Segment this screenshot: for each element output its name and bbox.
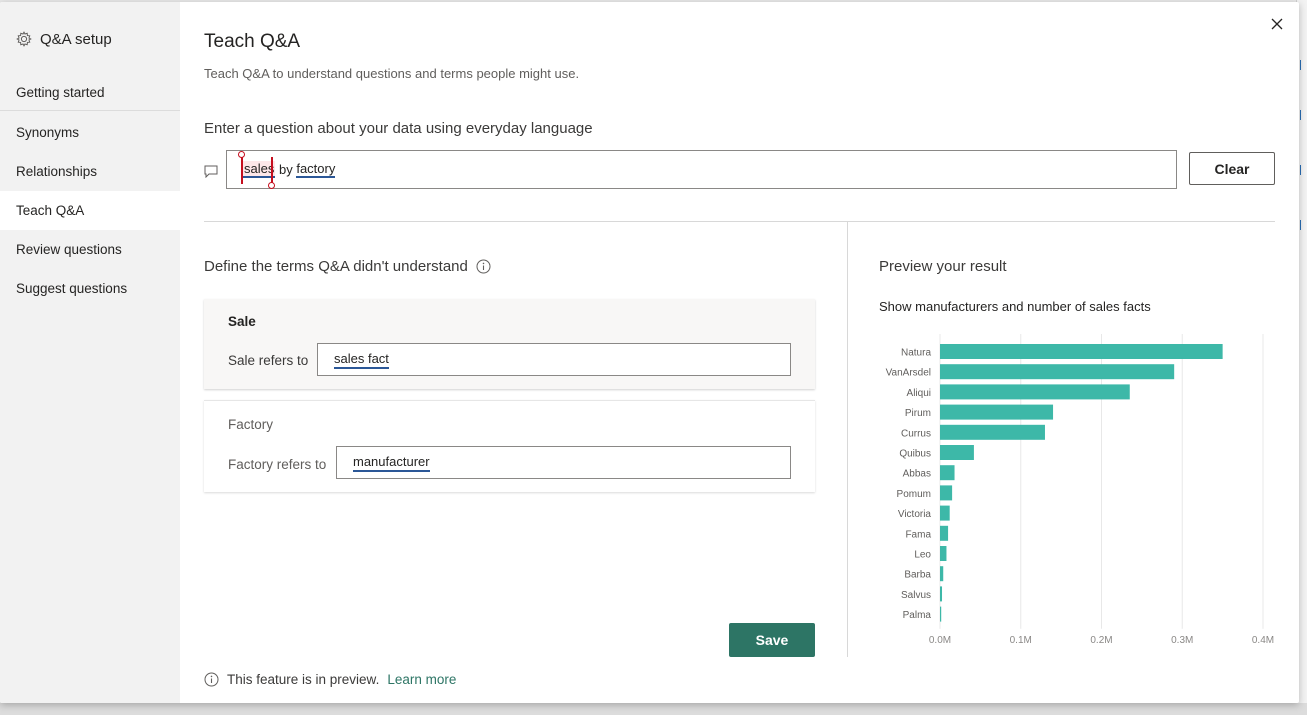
info-icon bbox=[204, 672, 219, 687]
define-terms-label: Define the terms Q&A didn't understand bbox=[204, 258, 468, 275]
x-tick-label: 0.2M bbox=[1090, 635, 1112, 646]
y-category-label: Pomum bbox=[897, 489, 931, 500]
term-definition-value: sales fact bbox=[334, 351, 389, 369]
preview-bar-chart: 0.0M 0.1M 0.2M 0.3M 0.4M Natura VanArsdel Aliqu… bbox=[886, 334, 1274, 646]
chart-bar[interactable] bbox=[940, 586, 943, 602]
background-mark bbox=[1300, 60, 1305, 70]
y-category-label: Pirum bbox=[905, 408, 931, 419]
chart-bar[interactable] bbox=[940, 525, 949, 541]
sidebar-item-relationships[interactable]: Relationships bbox=[0, 152, 180, 191]
chart-bar[interactable] bbox=[940, 404, 1054, 420]
chart-title: Show manufacturers and number of sales f… bbox=[879, 299, 1151, 314]
x-tick-label: 0.3M bbox=[1171, 635, 1193, 646]
background-mark bbox=[1300, 165, 1305, 175]
chart-bar[interactable] bbox=[940, 465, 955, 481]
chart-bar[interactable] bbox=[940, 485, 953, 501]
page-subtitle: Teach Q&A to understand questions and te… bbox=[204, 66, 580, 81]
gear-icon bbox=[16, 31, 32, 47]
y-category-label: Natura bbox=[901, 348, 931, 359]
term-definition-value: manufacturer bbox=[353, 454, 430, 472]
y-category-label: Quibus bbox=[899, 449, 931, 460]
x-tick-label: 0.0M bbox=[929, 635, 951, 646]
y-category-label: VanArsdel bbox=[886, 368, 931, 379]
learn-more-link[interactable]: Learn more bbox=[387, 672, 456, 687]
section-divider bbox=[204, 221, 1275, 222]
sidebar-item-suggest-questions[interactable]: Suggest questions bbox=[0, 269, 180, 308]
save-button[interactable]: Save bbox=[729, 623, 815, 657]
chart-bar[interactable] bbox=[940, 424, 1045, 440]
question-word-unrecognized[interactable]: factory bbox=[296, 161, 336, 178]
chart-bar[interactable] bbox=[940, 505, 950, 521]
chart-bar[interactable] bbox=[940, 384, 1130, 400]
y-category-label: Currus bbox=[901, 428, 931, 439]
chart-bar[interactable] bbox=[940, 546, 947, 561]
question-input[interactable]: sales by factory bbox=[226, 150, 1177, 189]
chart-bar[interactable] bbox=[940, 364, 1175, 380]
y-category-label: Abbas bbox=[903, 469, 931, 480]
selection-handle-start-dot[interactable] bbox=[237, 151, 245, 158]
preview-notice-text: This feature is in preview. bbox=[227, 672, 380, 687]
chart-bar[interactable] bbox=[940, 566, 944, 582]
close-icon[interactable] bbox=[1269, 16, 1285, 32]
term-name: Factory bbox=[228, 417, 274, 432]
selection-handle-end-dot[interactable] bbox=[267, 182, 275, 189]
chart-bar[interactable] bbox=[940, 344, 1223, 359]
sidebar-item-getting-started[interactable]: Getting started bbox=[0, 73, 180, 112]
sidebar-item-teach-qa[interactable]: Teach Q&A bbox=[0, 191, 180, 230]
x-tick-label: 0.1M bbox=[1010, 635, 1032, 646]
question-word: by bbox=[278, 162, 293, 177]
page-title: Teach Q&A bbox=[204, 31, 301, 52]
chat-icon bbox=[204, 165, 218, 178]
preview-heading: Preview your result bbox=[879, 258, 1007, 275]
y-category-label: Leo bbox=[914, 550, 931, 561]
term-refers-label: Sale refers to bbox=[228, 353, 309, 368]
selection-handle-start[interactable] bbox=[241, 155, 243, 184]
term-definition-input[interactable]: sales fact bbox=[317, 343, 791, 376]
info-icon[interactable] bbox=[476, 259, 491, 274]
qa-setup-dialog: Q&A setup Getting started Synonyms Relat… bbox=[0, 2, 1299, 703]
x-tick-label: 0.4M bbox=[1252, 635, 1274, 646]
term-refers-label: Factory refers to bbox=[228, 457, 327, 472]
background-mark bbox=[1300, 220, 1305, 230]
term-name: Sale bbox=[228, 314, 256, 329]
y-category-label: Fama bbox=[905, 529, 931, 540]
y-category-label: Salvus bbox=[901, 590, 931, 601]
y-category-label: Victoria bbox=[898, 509, 932, 520]
term-definition-input[interactable]: manufacturer bbox=[336, 446, 791, 479]
y-category-label: Palma bbox=[903, 610, 932, 621]
chart-bar[interactable] bbox=[940, 606, 942, 622]
y-category-label: Barba bbox=[904, 570, 931, 581]
define-terms-heading: Define the terms Q&A didn't understand bbox=[204, 258, 491, 275]
sidebar: Q&A setup Getting started Synonyms Relat… bbox=[0, 2, 180, 703]
background-app-bottom bbox=[0, 703, 1307, 715]
term-card-sale[interactable]: Sale Sale refers to sales fact bbox=[204, 299, 815, 389]
sidebar-item-review-questions[interactable]: Review questions bbox=[0, 230, 180, 269]
sidebar-header: Q&A setup bbox=[16, 29, 112, 49]
question-label: Enter a question about your data using e… bbox=[204, 120, 593, 137]
sidebar-item-synonyms[interactable]: Synonyms bbox=[0, 113, 180, 152]
sidebar-title: Q&A setup bbox=[40, 30, 112, 48]
preview-notice: This feature is in preview. Learn more bbox=[204, 672, 456, 687]
y-category-label: Aliqui bbox=[907, 388, 931, 399]
background-mark bbox=[1300, 110, 1305, 120]
chart-bar[interactable] bbox=[940, 445, 974, 460]
panel-divider bbox=[847, 222, 848, 657]
clear-button[interactable]: Clear bbox=[1189, 152, 1275, 185]
term-card-factory[interactable]: Factory Factory refers to manufacturer bbox=[204, 400, 815, 492]
sidebar-divider bbox=[0, 110, 180, 111]
